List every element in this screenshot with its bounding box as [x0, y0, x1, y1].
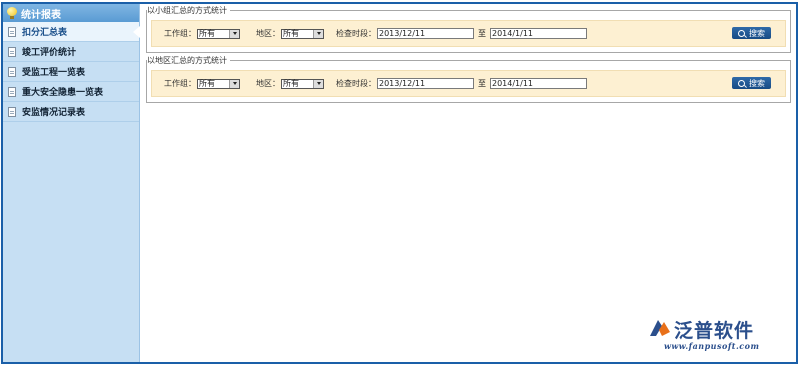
- search-button-label: 搜索: [749, 78, 765, 88]
- main-content: 以小组汇总的方式统计 工作组： 所有 地区： 所有 检查时段： 2013/12/…: [146, 5, 791, 110]
- region-select[interactable]: 所有: [281, 28, 324, 39]
- region-select-value: 所有: [283, 29, 299, 38]
- document-icon: [8, 26, 16, 37]
- document-icon: [8, 106, 16, 117]
- region-summary-section: 以地区汇总的方式统计 工作组： 所有 地区： 所有 检查时段： 2013/12/…: [146, 55, 791, 103]
- date-to-input[interactable]: 2014/1/11: [490, 28, 587, 39]
- sidebar-item-deduction-summary[interactable]: 扣分汇总表: [3, 22, 140, 42]
- search-icon: [738, 29, 745, 37]
- logo-url: www.fanpusoft.com: [664, 341, 760, 351]
- region-label: 地区：: [256, 29, 280, 38]
- chevron-down-icon: [229, 29, 239, 38]
- sidebar-item-supervised-projects[interactable]: 受监工程一览表: [3, 62, 139, 82]
- app-frame: 统计报表 扣分汇总表 竣工评价统计 受监工程一览表 重大安全隐患一览表 安监情况…: [1, 2, 798, 364]
- date-from-input[interactable]: 2013/12/11: [377, 78, 474, 89]
- logo-name: 泛普软件: [674, 320, 755, 342]
- period-label: 检查时段：: [336, 79, 376, 88]
- search-button-label: 搜索: [749, 28, 765, 38]
- logo-mark-icon: [650, 320, 670, 336]
- group-select[interactable]: 所有: [197, 78, 240, 89]
- chevron-down-icon: [229, 79, 239, 88]
- to-label: 至: [478, 79, 486, 88]
- sidebar-item-label: 重大安全隐患一览表: [22, 88, 104, 98]
- region-select[interactable]: 所有: [281, 78, 324, 89]
- group-select-value: 所有: [199, 29, 215, 38]
- search-button[interactable]: 搜索: [732, 77, 771, 89]
- group-select-value: 所有: [199, 79, 215, 88]
- sidebar-item-label: 安监情况记录表: [22, 108, 86, 118]
- region-label: 地区：: [256, 79, 280, 88]
- chevron-down-icon: [313, 79, 323, 88]
- section-legend: 以地区汇总的方式统计: [147, 55, 230, 66]
- company-logo: 泛普软件 www.fanpusoft.com: [646, 316, 786, 354]
- sidebar-item-label: 竣工评价统计: [22, 48, 77, 58]
- lightbulb-icon: [7, 7, 17, 19]
- date-from-input[interactable]: 2013/12/11: [377, 28, 474, 39]
- period-label: 检查时段：: [336, 29, 376, 38]
- group-label: 工作组：: [164, 79, 196, 88]
- sidebar-header: 统计报表: [3, 4, 139, 22]
- group-label: 工作组：: [164, 29, 196, 38]
- sidebar-item-label: 扣分汇总表: [22, 28, 68, 38]
- sidebar-item-completion-evaluation[interactable]: 竣工评价统计: [3, 42, 139, 62]
- document-icon: [8, 46, 16, 57]
- group-summary-section: 以小组汇总的方式统计 工作组： 所有 地区： 所有 检查时段： 2013/12/…: [146, 5, 791, 53]
- to-label: 至: [478, 29, 486, 38]
- section-legend: 以小组汇总的方式统计: [147, 5, 230, 16]
- sidebar-item-label: 受监工程一览表: [22, 68, 86, 78]
- document-icon: [8, 86, 16, 97]
- sidebar-header-title: 统计报表: [21, 9, 61, 21]
- active-arrow-icon: [133, 26, 140, 38]
- date-to-input[interactable]: 2014/1/11: [490, 78, 587, 89]
- chevron-down-icon: [313, 29, 323, 38]
- group-select[interactable]: 所有: [197, 28, 240, 39]
- filter-bar: 工作组： 所有 地区： 所有 检查时段： 2013/12/11 至 2014/1…: [151, 70, 786, 97]
- region-select-value: 所有: [283, 79, 299, 88]
- sidebar: 统计报表 扣分汇总表 竣工评价统计 受监工程一览表 重大安全隐患一览表 安监情况…: [3, 4, 140, 362]
- filter-bar: 工作组： 所有 地区： 所有 检查时段： 2013/12/11 至 2014/1…: [151, 20, 786, 47]
- sidebar-item-safety-records[interactable]: 安监情况记录表: [3, 102, 139, 122]
- document-icon: [8, 66, 16, 77]
- sidebar-item-major-hazards[interactable]: 重大安全隐患一览表: [3, 82, 139, 102]
- search-button[interactable]: 搜索: [732, 27, 771, 39]
- search-icon: [738, 79, 745, 87]
